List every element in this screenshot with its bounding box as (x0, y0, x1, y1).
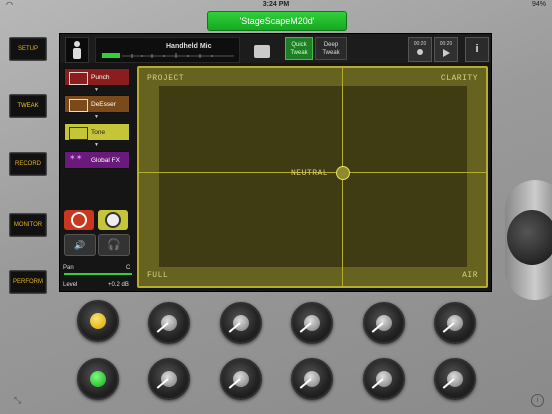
channel-topbar: Handheld Mic Quick Tweak Deep Tweak 00:2… (60, 34, 491, 63)
headphones-button[interactable]: 🎧 (98, 234, 130, 256)
label-neutral: NEUTRAL (291, 169, 329, 178)
channel-strip[interactable]: Handheld Mic (95, 37, 270, 63)
mute-button[interactable] (64, 210, 94, 230)
knob-5[interactable] (363, 302, 405, 344)
level-meter (102, 53, 234, 58)
fx-deesser[interactable]: DeEsser (64, 95, 130, 113)
knob-led (90, 313, 106, 329)
knob-cap (447, 315, 463, 331)
xy-handle[interactable] (336, 166, 350, 180)
fx-label: Tone (91, 129, 106, 136)
main-panel: Handheld Mic Quick Tweak Deep Tweak 00:2… (59, 33, 492, 292)
folder-icon[interactable] (254, 45, 270, 58)
knob-6[interactable] (434, 302, 476, 344)
record-button[interactable]: 00:20 (408, 37, 432, 62)
knob-11[interactable] (363, 358, 405, 400)
volume-icon: 🔊 (74, 240, 86, 250)
status-bar: ◠ 3:24 PM 94% (0, 0, 552, 10)
quick-tweak-button[interactable]: Quick Tweak (285, 37, 313, 60)
nav-monitor[interactable]: MONITOR (9, 213, 47, 237)
person-icon (73, 41, 81, 59)
knob-1[interactable] (77, 300, 119, 342)
knob-8[interactable] (148, 358, 190, 400)
knob-12[interactable] (434, 358, 476, 400)
knob-2[interactable] (148, 302, 190, 344)
knob-3[interactable] (220, 302, 262, 344)
chevron-down-icon: ▼ (94, 142, 99, 148)
mixer-name-button[interactable]: 'StageScapeM20d' (207, 11, 347, 31)
record-time: 00:20 (413, 41, 427, 47)
knob-7[interactable] (77, 358, 119, 400)
pan-label: Pan (63, 265, 74, 271)
play-icon (442, 49, 450, 57)
knob-10[interactable] (291, 358, 333, 400)
fx-label: DeEsser (91, 101, 116, 108)
grid-icon (69, 72, 88, 85)
grid-icon (69, 99, 88, 112)
knob-4[interactable] (291, 302, 333, 344)
label-air: AIR (462, 271, 478, 280)
chevron-down-icon: ▼ (94, 114, 99, 120)
channel-avatar[interactable] (65, 37, 89, 63)
info-button[interactable]: i (465, 37, 489, 62)
chevron-down-icon: ▼ (94, 87, 99, 93)
knob-cap (233, 371, 249, 387)
level-label: Level (63, 282, 78, 288)
knob-cap (376, 371, 392, 387)
knob-led (90, 371, 106, 387)
knob-cap (161, 371, 177, 387)
jog-wheel-center (507, 210, 552, 265)
pan-slider[interactable] (64, 273, 132, 275)
fx-icon: ✶✶ (69, 153, 83, 162)
speaker-icon (105, 212, 121, 228)
nav-setup[interactable]: SETUP (9, 37, 47, 61)
knob-cap (447, 371, 463, 387)
nav-perform[interactable]: PERFORM (9, 270, 47, 294)
headphones-icon: 🎧 (107, 239, 121, 251)
solo-button[interactable] (98, 210, 128, 230)
play-button[interactable]: 00:20 (434, 37, 458, 62)
knob-9[interactable] (220, 358, 262, 400)
channel-name: Handheld Mic (166, 43, 212, 50)
battery-level: 94% (531, 1, 546, 8)
play-time: 00:20 (439, 41, 453, 47)
knob-cap (304, 315, 320, 331)
knob-cap (233, 315, 249, 331)
label-full: FULL (147, 271, 169, 280)
knob-cap (304, 371, 320, 387)
deep-tweak-button[interactable]: Deep Tweak (315, 37, 347, 60)
fx-punch[interactable]: Punch (64, 68, 130, 86)
label-project: PROJECT (147, 74, 185, 83)
xy-tweak-pad[interactable]: PROJECT CLARITY NEUTRAL FULL AIR (137, 66, 488, 288)
label-clarity: CLARITY (440, 74, 478, 83)
level-value: +0.2 dB (108, 282, 129, 288)
pan-value: C (126, 265, 131, 271)
status-time: 3:24 PM (262, 1, 290, 8)
power-icon (71, 212, 87, 228)
help-icon[interactable]: i (531, 394, 544, 407)
nav-tweak[interactable]: TWEAK (9, 94, 47, 118)
grid-icon (69, 127, 88, 140)
fx-label: Punch (91, 74, 110, 81)
resize-icon[interactable]: ⤡ (14, 395, 21, 406)
record-icon (417, 49, 423, 55)
jog-wheel[interactable] (505, 180, 552, 300)
nav-record[interactable]: RECORD (9, 152, 47, 176)
knob-cap (161, 315, 177, 331)
volume-button[interactable]: 🔊 (64, 234, 96, 256)
fx-label: Global FX (91, 157, 120, 164)
knob-cap (376, 315, 392, 331)
fx-tone[interactable]: Tone (64, 123, 130, 141)
fx-global[interactable]: ✶✶ Global FX (64, 151, 130, 169)
